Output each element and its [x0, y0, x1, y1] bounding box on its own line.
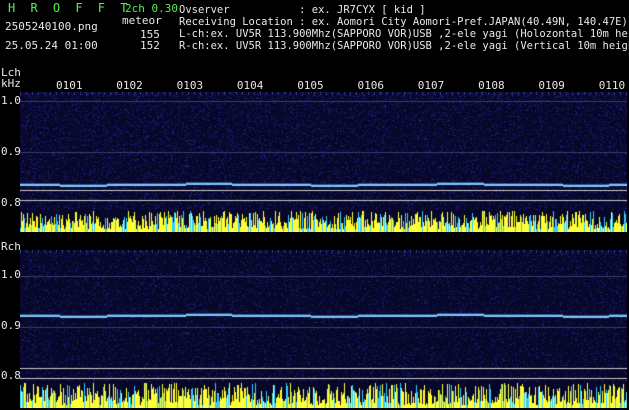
lch-description: L-ch:ex. UV5R 113.900Mhz(SAPPORO VOR)USB…: [179, 28, 629, 40]
time-label: 0106: [357, 79, 385, 92]
time-label: 0105: [297, 79, 324, 92]
lch-unit: kHz: [1, 77, 21, 90]
datetime: 25.05.24 01:00: [5, 39, 98, 52]
rch-spectrogram: [20, 250, 627, 408]
time-label: 0107: [417, 79, 445, 92]
observer-line: Ovserver : ex. JR7CYX [ kid ]: [179, 4, 426, 16]
rch-y-tick: 0.8: [1, 369, 21, 382]
lch-y-tick: 0.9: [1, 145, 21, 158]
time-label: 0109: [538, 79, 565, 92]
meteor-count-r: 152: [140, 39, 160, 52]
meteor-label: meteor: [122, 14, 162, 27]
rch-title: Rch: [1, 240, 21, 253]
lch-y-tick: 0.8: [1, 196, 21, 209]
time-label: 0108: [478, 79, 505, 92]
lch-spectrogram: [20, 92, 627, 232]
rch-y-tick: 1.0: [1, 268, 21, 281]
lch-y-tick: 1.0: [1, 94, 21, 107]
time-label: 0101: [56, 79, 83, 92]
rch-y-tick: 0.9: [1, 319, 21, 332]
app-title: H R O F F T: [8, 1, 132, 15]
time-label: 0104: [236, 79, 264, 92]
time-label: 0103: [176, 79, 204, 92]
rch-description: R-ch:ex. UV5R 113.900Mhz(SAPPORO VOR)USB…: [179, 40, 629, 52]
location-line: Receiving Location : ex. Aomori City Aom…: [179, 16, 628, 28]
time-label: 0102: [116, 79, 143, 92]
time-label: 0110: [598, 79, 626, 92]
filename: 2505240100.png: [5, 20, 98, 33]
version-label: 2ch 0.30: [125, 2, 178, 15]
